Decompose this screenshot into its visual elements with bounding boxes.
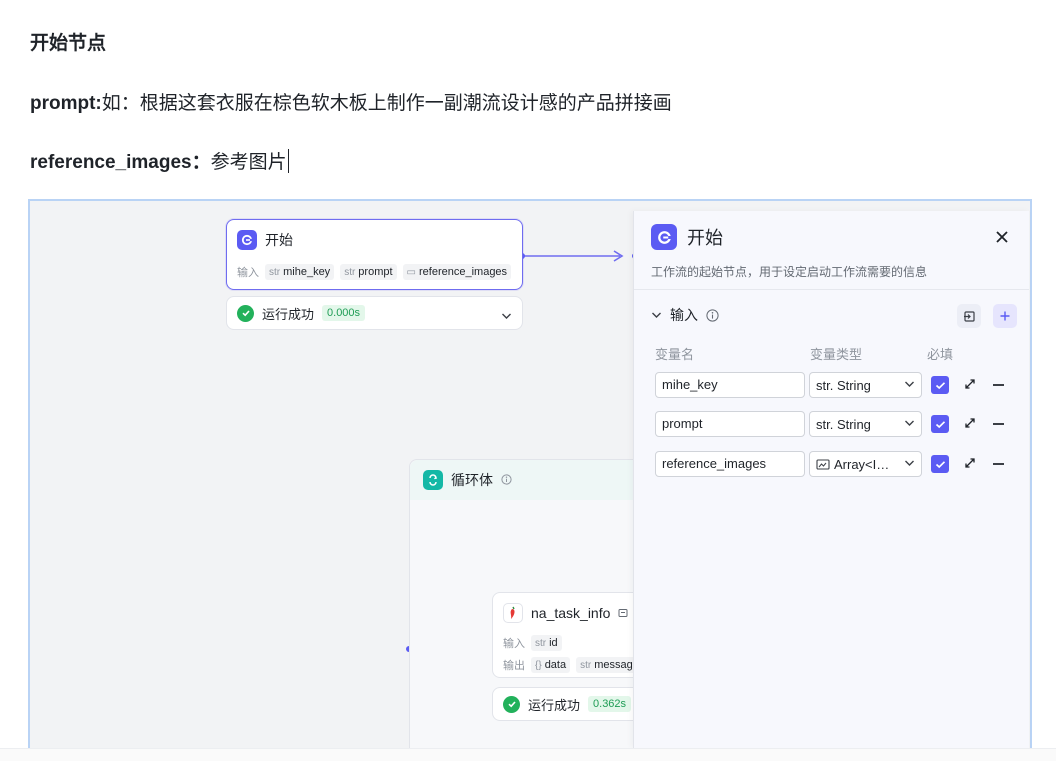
required-checkbox[interactable] bbox=[931, 455, 949, 473]
task-node-status[interactable]: 运行成功 0.362s bbox=[492, 687, 652, 721]
remove-variable-button[interactable] bbox=[993, 384, 1004, 386]
chevron-down-icon bbox=[905, 381, 914, 387]
task-input-label: 输入 bbox=[503, 638, 525, 650]
panel-description: 工作流的起始节点，用于设定启动工作流需要的信息 bbox=[651, 265, 928, 279]
variable-type-select[interactable]: str. String bbox=[809, 411, 922, 437]
pepper-icon bbox=[503, 603, 523, 623]
reference-value: 参考图片 bbox=[210, 152, 287, 173]
task-node[interactable]: na_task_info 输入 str id 输出 {} data str messa… bbox=[492, 592, 652, 678]
bottom-bar bbox=[0, 748, 1056, 761]
import-icon bbox=[963, 310, 975, 322]
node-config-panel[interactable]: 开始 工作流的起始节点，用于设定启动工作流需要的信息 输入 变量名 变量类型 必… bbox=[633, 211, 1029, 748]
image-array-icon bbox=[816, 458, 830, 470]
status-text: 运行成功 bbox=[262, 306, 315, 322]
success-check-icon bbox=[237, 304, 254, 322]
edge-start-to-next[interactable] bbox=[519, 250, 638, 262]
import-button[interactable] bbox=[957, 304, 981, 328]
info-icon[interactable] bbox=[501, 472, 512, 488]
expand-icon[interactable] bbox=[963, 377, 977, 391]
prompt-value: 如：根据这套衣服在棕色软木板上制作一副潮流设计感的产品拼接画 bbox=[101, 93, 672, 114]
required-checkbox[interactable] bbox=[931, 376, 949, 394]
variable-type-select[interactable]: Array<I… bbox=[809, 451, 922, 477]
chevron-down-icon bbox=[905, 460, 914, 466]
plugin-icon bbox=[618, 605, 628, 621]
check-icon bbox=[935, 460, 945, 468]
reference-key: reference_images： bbox=[30, 152, 211, 173]
close-icon bbox=[996, 231, 1008, 243]
plus-icon bbox=[1000, 311, 1010, 321]
loop-icon bbox=[423, 470, 443, 490]
doc-prompt-line: prompt:如：根据这套衣服在棕色软木板上制作一副潮流设计感的产品拼接画 bbox=[30, 88, 672, 115]
chevron-down-icon bbox=[905, 420, 914, 426]
start-node[interactable]: 开始 输入 str mihe_key str prompt ▭ reference_i… bbox=[226, 219, 523, 290]
close-panel-button[interactable] bbox=[995, 230, 1009, 249]
required-checkbox[interactable] bbox=[931, 415, 949, 433]
variable-name-input[interactable]: mihe_key bbox=[655, 372, 805, 398]
section-title: 输入 bbox=[670, 307, 698, 323]
input-tag: str prompt bbox=[340, 264, 397, 280]
col-variable-name: 变量名 bbox=[655, 347, 695, 362]
expand-icon[interactable] bbox=[963, 416, 977, 430]
start-node-title: 开始 bbox=[265, 232, 293, 248]
remove-variable-button[interactable] bbox=[993, 423, 1004, 425]
run-time: 0.362s bbox=[588, 696, 632, 712]
task-output-label: 输出 bbox=[503, 660, 525, 672]
start-node-status[interactable]: 运行成功 0.000s bbox=[226, 296, 523, 330]
doc-reference-line[interactable]: reference_images：参考图片 bbox=[30, 147, 289, 174]
start-icon bbox=[237, 230, 257, 250]
success-check-icon bbox=[503, 695, 520, 713]
input-tag: str mihe_key bbox=[265, 264, 335, 280]
prompt-key: prompt: bbox=[30, 93, 102, 114]
col-required: 必填 bbox=[927, 347, 954, 362]
remove-variable-button[interactable] bbox=[993, 463, 1004, 465]
input-tag: str id bbox=[531, 635, 562, 651]
doc-heading: 开始节点 bbox=[30, 33, 107, 54]
check-icon bbox=[935, 381, 945, 389]
output-tag: {} data bbox=[531, 657, 571, 673]
expand-icon[interactable] bbox=[963, 456, 977, 470]
divider bbox=[634, 289, 1029, 290]
text-caret bbox=[287, 149, 289, 173]
inputs-section-header[interactable]: 输入 bbox=[651, 305, 719, 325]
variable-type-select[interactable]: str. String bbox=[809, 372, 922, 398]
variable-name-input[interactable]: reference_images bbox=[655, 451, 805, 477]
start-icon bbox=[651, 224, 677, 250]
panel-title: 开始 bbox=[687, 228, 723, 248]
variable-name-input[interactable]: prompt bbox=[655, 411, 805, 437]
task-node-title: na_task_info bbox=[531, 605, 611, 621]
start-input-label: 输入 bbox=[237, 267, 259, 279]
run-time: 0.000s bbox=[322, 305, 366, 321]
col-variable-type: 变量类型 bbox=[810, 347, 863, 362]
image-type-icon: ▭ bbox=[406, 266, 416, 278]
chevron-down-icon[interactable] bbox=[501, 308, 512, 323]
chevron-down-icon[interactable] bbox=[651, 311, 662, 319]
add-variable-button[interactable] bbox=[993, 304, 1017, 328]
status-text: 运行成功 bbox=[528, 697, 581, 713]
input-tag: ▭ reference_images bbox=[402, 264, 512, 280]
info-icon[interactable] bbox=[706, 308, 719, 322]
check-icon bbox=[935, 420, 945, 428]
loop-node-title: 循环体 bbox=[451, 472, 493, 488]
